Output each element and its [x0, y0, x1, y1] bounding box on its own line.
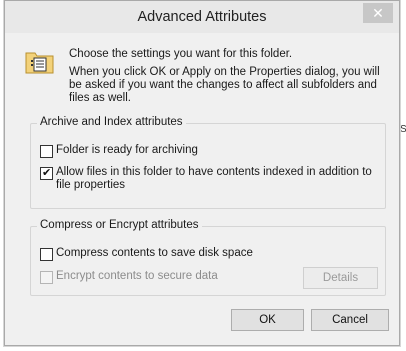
close-icon: ✕ [372, 5, 384, 21]
compress-label[interactable]: Compress contents to save disk space [56, 247, 253, 259]
index-label[interactable]: Allow files in this folder to have conte… [56, 166, 376, 192]
compress-checkbox[interactable] [40, 248, 53, 261]
intro-text: Choose the settings you want for this fo… [69, 48, 293, 60]
close-button[interactable]: ✕ [363, 3, 393, 23]
checkmark-icon: ✔ [42, 167, 52, 179]
encrypt-checkbox[interactable] [40, 271, 53, 284]
archive-group-title: Archive and Index attributes [37, 116, 186, 128]
title-bar[interactable]: Advanced Attributes ✕ [5, 1, 399, 33]
archive-index-group: Archive and Index attributes Folder is r… [30, 116, 386, 209]
archive-checkbox[interactable] [40, 145, 53, 158]
advanced-attributes-dialog: Advanced Attributes ✕ Choose the setting… [4, 0, 400, 346]
background-text-fragment: S [400, 124, 406, 135]
cancel-button[interactable]: Cancel [311, 309, 389, 331]
folder-settings-icon [25, 52, 54, 74]
compress-group-title: Compress or Encrypt attributes [37, 219, 202, 231]
compress-encrypt-group: Compress or Encrypt attributes Compress … [30, 219, 386, 296]
dialog-title: Advanced Attributes [137, 9, 267, 25]
ok-button[interactable]: OK [231, 309, 304, 331]
encrypt-label[interactable]: Encrypt contents to secure data [56, 270, 218, 282]
details-button[interactable]: Details [303, 267, 378, 289]
intro-detail-text: When you click OK or Apply on the Proper… [69, 66, 380, 104]
archive-label[interactable]: Folder is ready for archiving [56, 144, 198, 156]
index-checkbox[interactable]: ✔ [40, 167, 53, 180]
